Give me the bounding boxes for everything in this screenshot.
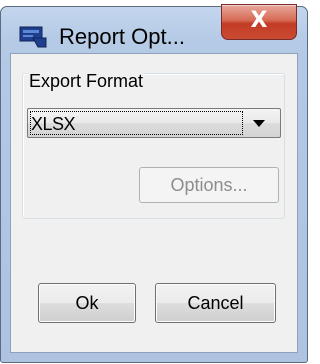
options-button[interactable]: Options... <box>139 167 279 203</box>
close-button[interactable]: X <box>221 4 297 40</box>
window-title: Report Opt... <box>59 24 185 49</box>
dialog-client-area: Export Format XLSX Options... Ok Cancel <box>10 53 298 353</box>
close-icon: X <box>250 8 268 33</box>
ok-button[interactable]: Ok <box>38 283 136 323</box>
cancel-button[interactable]: Cancel <box>155 283 276 323</box>
export-format-label: Export Format <box>28 71 145 91</box>
report-options-dialog: Report Opt... X Export Format XLSX Optio… <box>0 4 308 363</box>
chevron-down-icon[interactable] <box>253 120 265 127</box>
title-bar[interactable]: Report Opt... X <box>1 4 307 57</box>
export-format-select[interactable]: XLSX <box>27 108 281 138</box>
focus-rectangle: XLSX <box>30 111 243 135</box>
export-format-value: XLSX <box>31 114 76 134</box>
report-app-icon <box>19 26 47 48</box>
